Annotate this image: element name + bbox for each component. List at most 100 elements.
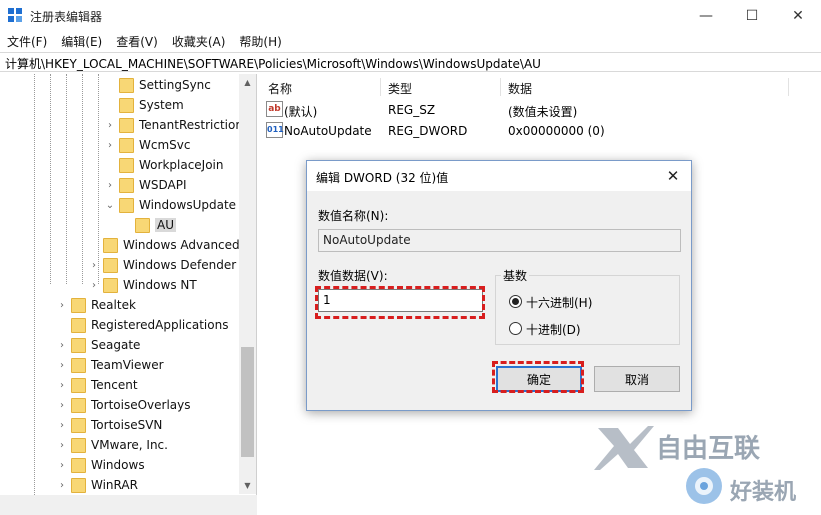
chevron-right-icon[interactable]: › [104,139,116,151]
folder-icon [71,377,86,393]
tree-item-label: WcmSvc [139,138,191,152]
dialog-title: 编辑 DWORD (32 位)值 [316,171,449,185]
tree-item-label: SettingSync [139,78,211,92]
menu-edit[interactable]: 编辑(E) [54,31,109,51]
value-data-highlight [315,286,485,319]
scrollbar-thumb[interactable] [241,347,254,457]
tree-item-label: WorkplaceJoin [139,158,224,172]
tree-item-label: RegisteredApplications [91,318,229,332]
value-data-label: 数值数据(V): [318,269,388,283]
folder-icon [119,157,134,173]
tree-item-wsdapi[interactable]: › WSDAPI [104,175,187,195]
tree-item-label: Seagate [91,338,141,352]
chevron-right-icon[interactable]: › [56,339,68,351]
tree-item-au[interactable]: AU [120,215,176,235]
cancel-button[interactable]: 取消 [594,366,680,392]
tree-item-windows-advanced[interactable]: Windows Advanced [88,235,240,255]
tree-item-tencent[interactable]: › Tencent [56,375,138,395]
tree-item-workplacejoin[interactable]: WorkplaceJoin [104,155,224,175]
menu-view[interactable]: 查看(V) [109,31,165,51]
tree-item-wcmsvc[interactable]: › WcmSvc [104,135,190,155]
dialog-close-button[interactable]: ✕ [661,165,685,187]
chevron-right-icon[interactable]: › [104,179,116,191]
chevron-right-icon[interactable]: › [56,399,68,411]
chevron-right-icon[interactable]: › [56,359,68,371]
tree-item-settingsync[interactable]: SettingSync [104,75,211,95]
tree-item-tortoiseoverlays[interactable]: › TortoiseOverlays [56,395,191,415]
column-header-type[interactable]: 类型 [388,80,412,97]
watermark-brand: 自由互联 [656,434,761,464]
chevron-icon [120,219,132,231]
tree-item-windows-nt[interactable]: › Windows NT [88,275,197,295]
close-button[interactable]: ✕ [775,0,821,31]
minimize-button[interactable]: — [683,0,729,31]
value-type: REG_SZ [388,103,436,117]
chevron-right-icon[interactable]: › [56,459,68,471]
chevron-icon[interactable] [104,159,116,171]
value-name: (默认) [284,105,318,119]
tree-item-registeredapplications[interactable]: RegisteredApplications [56,315,228,335]
folder-icon [71,317,86,333]
column-header-data[interactable]: 数据 [508,80,532,97]
chevron-down-icon[interactable]: ⌄ [104,199,116,211]
tree-item-windows-defender[interactable]: › Windows Defender [88,255,236,275]
chevron-icon[interactable] [104,99,116,111]
folder-icon [103,237,118,253]
chevron-icon[interactable] [104,79,116,91]
hex-radio[interactable] [509,295,522,308]
tree-item-label: Windows [91,458,145,472]
tree-item-seagate[interactable]: › Seagate [56,335,140,355]
tree-item-windowsupdate[interactable]: ⌄ WindowsUpdate [104,195,236,215]
tree-item-label: System [139,98,184,112]
tree-item-label: WSDAPI [139,178,187,192]
menu-favorites[interactable]: 收藏夹(A) [165,31,233,51]
folder-icon [71,417,86,433]
tree-item-label: TeamViewer [91,358,164,372]
folder-open-icon [135,217,150,233]
tree-vertical-scrollbar[interactable]: ▲ ▼ [239,74,256,494]
tree-item-label: TenantRestrictior [139,118,241,132]
maximize-button[interactable]: ☐ [729,0,775,31]
chevron-right-icon[interactable]: › [56,299,68,311]
value-row-default[interactable]: ab (默认) REG_SZ (数值未设置) [266,100,806,120]
tree-item-realtek[interactable]: › Realtek [56,295,136,315]
chevron-right-icon[interactable]: › [88,259,100,271]
address-bar[interactable]: 计算机\HKEY_LOCAL_MACHINE\SOFTWARE\Policies… [0,52,821,72]
tree-horizontal-scrollbar[interactable] [0,495,257,515]
tree-item-label: AU [155,218,176,232]
chevron-right-icon[interactable]: › [88,279,100,291]
value-row-noautoupdate[interactable]: 011 NoAutoUpdate REG_DWORD 0x00000000 (0… [266,121,806,141]
folder-icon [119,177,134,193]
value-data: 0x00000000 (0) [508,124,605,138]
chevron-right-icon[interactable]: › [56,379,68,391]
hex-radio-label[interactable]: 十六进制(H) [526,294,592,311]
folder-icon [71,397,86,413]
tree-item-winrar[interactable]: › WinRAR [56,475,138,495]
tree-item-label: TortoiseOverlays [91,398,191,412]
tree-item-label: Realtek [91,298,136,312]
menu-file[interactable]: 文件(F) [0,31,54,51]
tree-item-label: WindowsUpdate [139,198,237,212]
ok-button-highlight [492,361,584,393]
tree-item-teamviewer[interactable]: › TeamViewer [56,355,164,375]
decimal-radio[interactable] [509,322,522,335]
tree-item-tortoisesvn[interactable]: › TortoiseSVN [56,415,162,435]
tree-item-windows[interactable]: › Windows [56,455,145,475]
tree-item-tenantrestrictions[interactable]: › TenantRestrictior [104,115,240,135]
scroll-up-arrow-icon[interactable]: ▲ [239,74,256,91]
chevron-icon[interactable] [56,319,68,331]
tree-item-label: Windows NT [123,278,197,292]
tree-item-vmware[interactable]: › VMware, Inc. [56,435,168,455]
column-header-name[interactable]: 名称 [268,80,292,97]
chevron-right-icon[interactable]: › [56,479,68,491]
scroll-down-arrow-icon[interactable]: ▼ [239,477,256,494]
chevron-icon[interactable] [88,239,100,251]
menu-help[interactable]: 帮助(H) [232,31,288,51]
chevron-right-icon[interactable]: › [56,419,68,431]
chevron-right-icon[interactable]: › [104,119,116,131]
folder-icon [119,197,134,213]
chevron-right-icon[interactable]: › [56,439,68,451]
decimal-radio-label[interactable]: 十进制(D) [526,321,581,338]
tree-item-system[interactable]: System [104,95,184,115]
regedit-app-icon [8,8,23,23]
